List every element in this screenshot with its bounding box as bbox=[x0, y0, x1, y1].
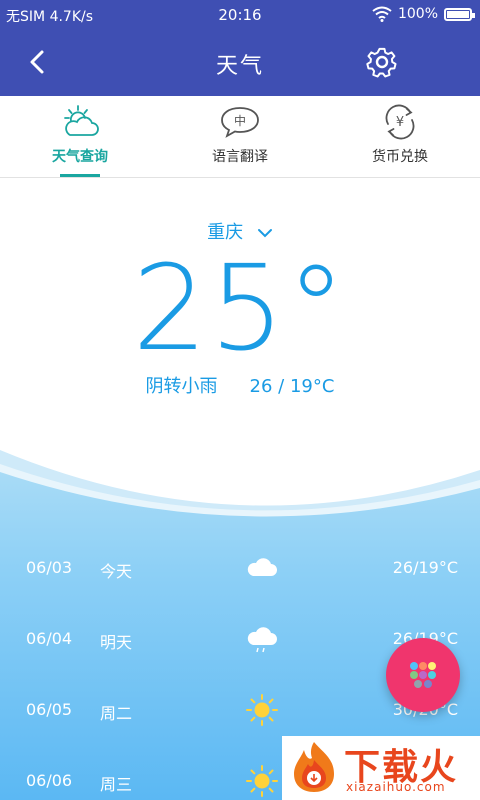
sun-icon bbox=[246, 694, 278, 726]
page-title: 天气 bbox=[215, 54, 264, 79]
tab-translate[interactable]: 中 语言翻译 bbox=[160, 96, 320, 177]
temperature-range: 26 / 19°C bbox=[249, 376, 335, 397]
forecast-date: 06/06 bbox=[26, 771, 73, 790]
weather-condition: 阴转小雨 bbox=[145, 376, 218, 397]
currency-icon: ¥ bbox=[385, 104, 415, 140]
forecast-date: 06/03 bbox=[26, 558, 73, 577]
sun-icon bbox=[246, 765, 278, 797]
flame-logo-icon bbox=[294, 742, 334, 792]
tab-weather[interactable]: 天气查询 bbox=[0, 96, 160, 177]
forecast-temp: 26/19°C bbox=[392, 558, 458, 577]
forecast-day: 周二 bbox=[100, 704, 133, 723]
forecast-date: 06/05 bbox=[26, 700, 73, 719]
translate-icon: 中 bbox=[221, 107, 259, 138]
forecast-row: 06/03 今天 26/19°C bbox=[0, 532, 480, 603]
cloud-icon bbox=[247, 558, 277, 576]
svg-text:中: 中 bbox=[234, 113, 246, 128]
forecast-day: 明天 bbox=[100, 633, 133, 652]
svg-text:¥: ¥ bbox=[396, 115, 404, 130]
grid-dots-icon bbox=[410, 662, 436, 688]
tab-currency[interactable]: ¥ 货币兑换 bbox=[320, 96, 480, 177]
tab-bar: 天气查询 中 语言翻译 ¥ 货币兑换 bbox=[0, 96, 480, 178]
forecast-day: 周三 bbox=[100, 775, 133, 794]
gear-icon[interactable] bbox=[364, 44, 400, 80]
apps-fab-button[interactable] bbox=[386, 638, 460, 712]
forecast-date: 06/04 bbox=[26, 629, 73, 648]
cloud-rain-icon bbox=[247, 627, 277, 653]
battery-icon bbox=[444, 7, 475, 21]
tab-translate-label: 语言翻译 bbox=[212, 149, 268, 165]
status-right: 100% bbox=[372, 6, 475, 22]
weather-summary: 阴转小雨 26 / 19°C bbox=[0, 372, 480, 398]
tab-currency-label: 货币兑换 bbox=[372, 149, 428, 165]
nav-bar: 天气 bbox=[0, 28, 480, 96]
wifi-icon bbox=[372, 6, 392, 22]
forecast-day: 今天 bbox=[100, 562, 133, 581]
watermark: 下载火 xiazaihuo.com bbox=[282, 736, 480, 800]
battery-percent: 100% bbox=[397, 6, 438, 22]
current-temperature: 25° bbox=[132, 239, 348, 377]
status-bar: 无SIM 4.7K/s 20:16 100% bbox=[0, 0, 480, 28]
weather-icon bbox=[64, 105, 99, 136]
chevron-down-icon bbox=[257, 229, 272, 238]
watermark-site: xiazaihuo.com bbox=[346, 780, 446, 794]
tab-weather-label: 天气查询 bbox=[52, 149, 108, 165]
